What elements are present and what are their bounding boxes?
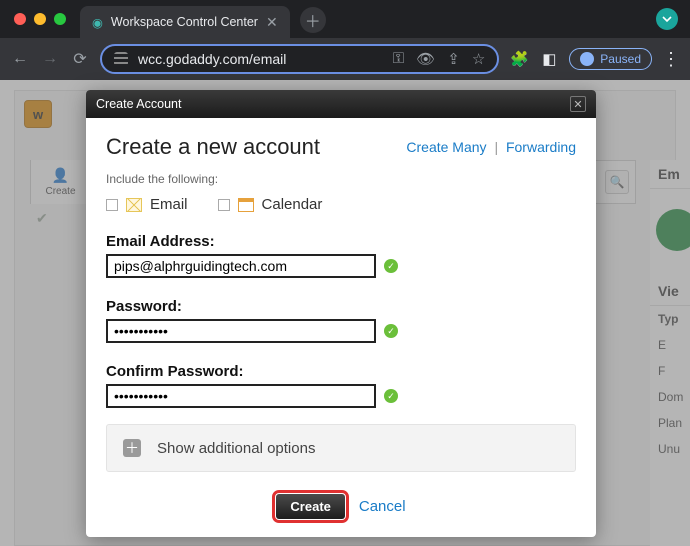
feature-calendar-label: Calendar: [262, 196, 323, 213]
feature-email-label: Email: [150, 196, 188, 213]
address-bar[interactable]: wcc.godaddy.com/email ⚿ 👁 ⇪ ☆: [100, 44, 499, 74]
email-address-label: Email Address:: [106, 233, 576, 250]
new-tab-button[interactable]: ＋: [300, 7, 326, 33]
nav-forward-icon[interactable]: →: [40, 50, 60, 68]
profile-badge[interactable]: [656, 8, 678, 30]
password-input[interactable]: [106, 319, 376, 343]
password-label: Password:: [106, 298, 576, 315]
tab-favicon: ◉: [92, 15, 103, 30]
browser-tab[interactable]: ◉ Workspace Control Center ✕: [80, 6, 290, 38]
confirm-password-label: Confirm Password:: [106, 363, 576, 380]
modal-heading: Create a new account: [106, 134, 320, 160]
close-tab-icon[interactable]: ✕: [266, 14, 278, 31]
bookmark-icon[interactable]: ☆: [472, 50, 485, 68]
confirm-password-input[interactable]: [106, 384, 376, 408]
show-additional-options[interactable]: ＋ Show additional options: [106, 424, 576, 472]
extensions-icon[interactable]: 🧩: [509, 50, 529, 68]
url-text: wcc.godaddy.com/email: [138, 51, 286, 67]
plus-icon: ＋: [123, 439, 141, 457]
forwarding-link[interactable]: Forwarding: [506, 139, 576, 155]
site-settings-icon[interactable]: [114, 52, 128, 66]
window-close[interactable]: [14, 13, 26, 25]
valid-check-icon: ✓: [384, 324, 398, 338]
modal-close-icon[interactable]: ✕: [570, 96, 586, 112]
nav-reload-icon[interactable]: ⟳: [70, 49, 90, 69]
paused-label: Paused: [600, 52, 641, 66]
calendar-icon: [238, 198, 254, 212]
tab-title: Workspace Control Center: [111, 15, 258, 29]
profile-paused-chip[interactable]: Paused: [569, 48, 652, 70]
include-label: Include the following:: [106, 172, 576, 186]
valid-check-icon: ✓: [384, 259, 398, 273]
window-minimize[interactable]: [34, 13, 46, 25]
sidepanel-icon[interactable]: ◧: [539, 50, 559, 68]
profile-avatar-icon: [580, 52, 594, 66]
nav-back-icon[interactable]: ←: [10, 50, 30, 68]
key-icon[interactable]: ⚿: [393, 50, 404, 68]
link-separator: |: [490, 139, 502, 155]
create-many-link[interactable]: Create Many: [406, 139, 486, 155]
window-zoom[interactable]: [54, 13, 66, 25]
valid-check-icon: ✓: [384, 389, 398, 403]
mail-icon: [126, 198, 142, 212]
cancel-button[interactable]: Cancel: [359, 498, 406, 515]
eye-off-icon[interactable]: 👁: [416, 50, 435, 68]
email-checkbox[interactable]: [106, 199, 118, 211]
create-account-modal: Create Account ✕ Create a new account Cr…: [86, 90, 596, 537]
modal-titlebar-text: Create Account: [96, 97, 181, 111]
create-button[interactable]: Create: [276, 494, 344, 519]
additional-options-label: Show additional options: [157, 440, 315, 457]
share-icon[interactable]: ⇪: [447, 50, 460, 68]
browser-menu-icon[interactable]: ⋮: [662, 49, 680, 70]
calendar-checkbox[interactable]: [218, 199, 230, 211]
email-address-input[interactable]: [106, 254, 376, 278]
